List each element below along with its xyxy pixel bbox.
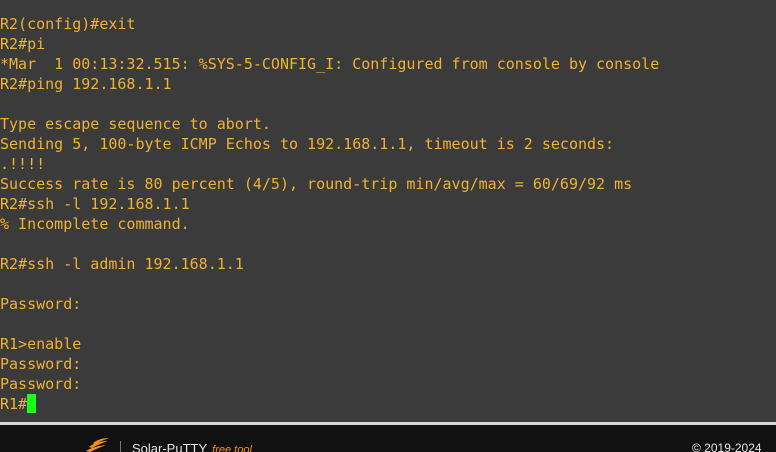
copyright-text: © 2019-2024: [692, 441, 762, 452]
terminal-line: R2#pi: [0, 35, 46, 53]
terminal-prompt: R1#: [0, 395, 28, 413]
terminal-line: Type escape sequence to abort.: [0, 115, 271, 133]
product-title: Solar-PuTTY: [132, 441, 208, 452]
terminal-line: R2#ping 192.168.1.1: [0, 75, 172, 93]
terminal-lines: R2(config)#exit R2#pi *Mar 1 00:13:32.51…: [0, 14, 659, 414]
terminal-line: R2(config)#exit: [0, 15, 136, 33]
terminal-line: Sending 5, 100-byte ICMP Echos to 192.16…: [0, 135, 615, 153]
free-tool-tag: free tool: [212, 444, 252, 452]
terminal-line: .!!!!: [0, 155, 46, 173]
solarwinds-flame-icon: [86, 438, 109, 452]
terminal-line: Password:: [0, 295, 82, 313]
terminal-prompt-line[interactable]: R1#: [0, 394, 659, 414]
terminal-line: Password:: [0, 375, 82, 393]
terminal-cursor: [27, 394, 37, 413]
terminal-line: R2#ssh -l admin 192.168.1.1: [0, 255, 244, 273]
terminal-line: Success rate is 80 percent (4/5), round-…: [0, 175, 633, 193]
terminal-line: R1>enable: [0, 335, 82, 353]
product-name: Solar-PuTTY free tool: [132, 441, 252, 452]
terminal-line: R2#ssh -l 192.168.1.1: [0, 195, 190, 213]
terminal-line: % Incomplete command.: [0, 215, 190, 233]
terminal-output[interactable]: R2(config)#exit R2#pi *Mar 1 00:13:32.51…: [0, 0, 776, 422]
footer-bar: Solar-PuTTY free tool © 2019-2024: [0, 425, 776, 452]
footer-separator: [120, 441, 121, 452]
terminal-line: Password:: [0, 355, 82, 373]
terminal-line: *Mar 1 00:13:32.515: %SYS-5-CONFIG_I: Co…: [0, 55, 660, 73]
